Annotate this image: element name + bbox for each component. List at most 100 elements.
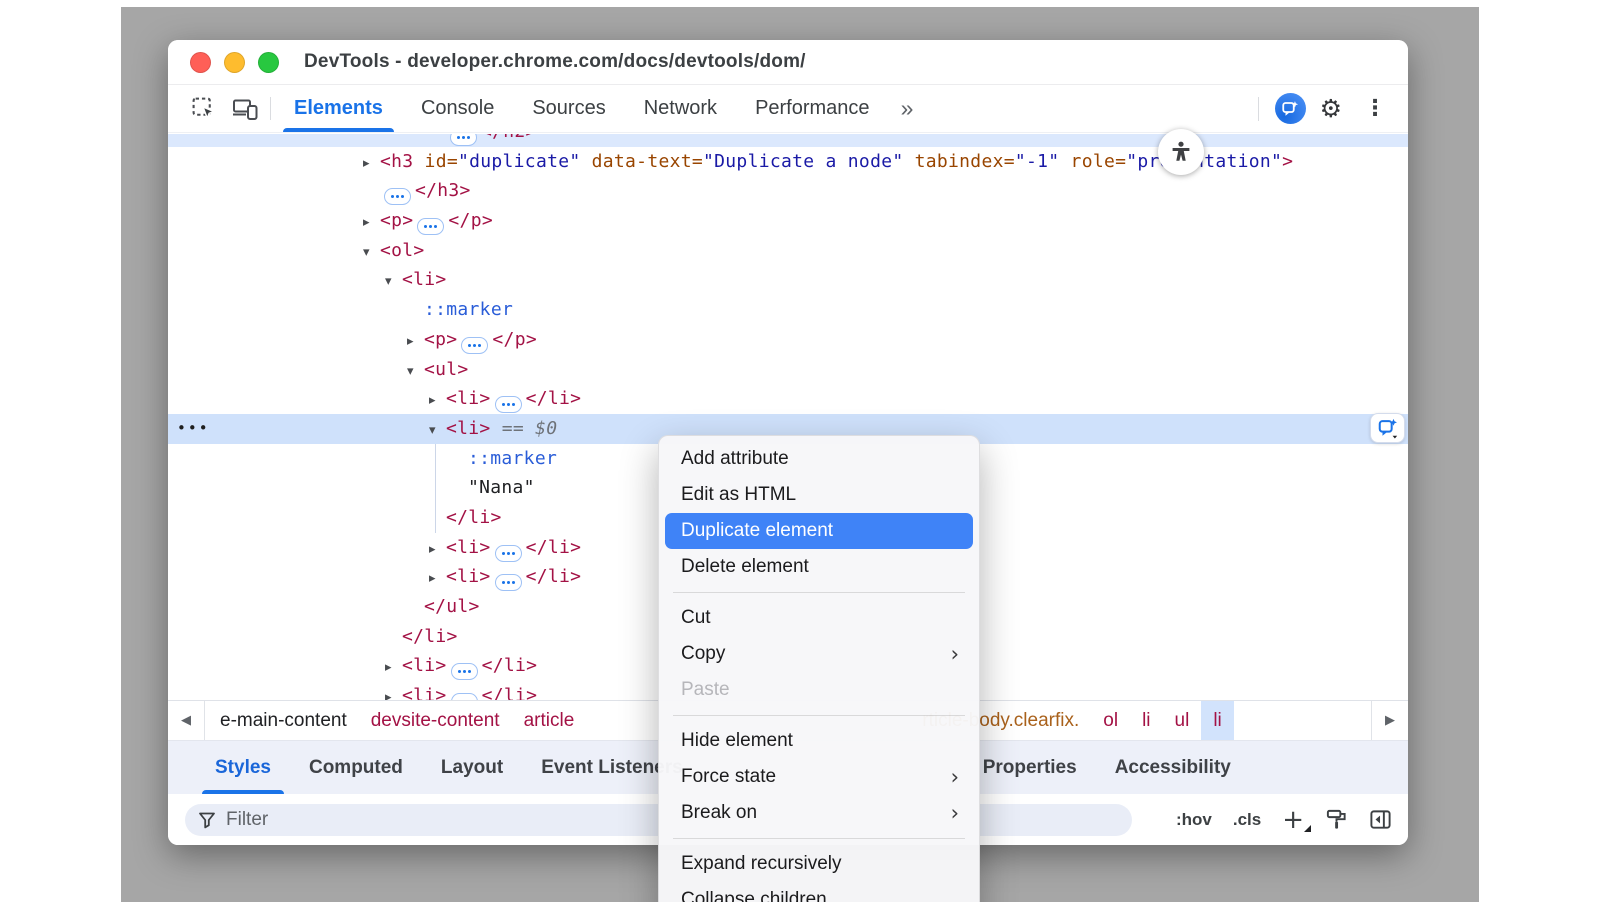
code-token-tag: <h3 — [380, 151, 413, 172]
dom-tree-row[interactable]: ▸<h3 id="duplicate" data-text="Duplicate… — [168, 147, 1408, 177]
dom-tree-row-clipped[interactable]: </h2> — [168, 134, 1408, 147]
accessibility-person-icon[interactable] — [1158, 129, 1204, 175]
close-button[interactable] — [190, 52, 211, 73]
tab-sources[interactable]: Sources — [513, 85, 624, 132]
menu-item-force-state[interactable]: Force state› — [665, 759, 973, 795]
expand-arrow-icon[interactable]: ▸ — [429, 564, 446, 594]
submenu-chevron-icon: › — [951, 795, 959, 831]
row-actions-dots-icon[interactable]: ••• — [177, 414, 210, 444]
inline-expand-ellipsis-button[interactable] — [384, 188, 411, 205]
inspect-element-icon[interactable] — [182, 85, 224, 132]
tab-elements[interactable]: Elements — [275, 85, 402, 132]
tab-console[interactable]: Console — [402, 85, 513, 132]
code-token-tag: </li> — [402, 626, 458, 647]
settings-gear-icon[interactable]: ⚙ — [1314, 94, 1348, 123]
device-toolbar-icon[interactable] — [224, 85, 266, 132]
inline-expand-ellipsis-button[interactable] — [451, 693, 478, 700]
breadcrumb-item-li[interactable]: li — [1201, 701, 1233, 740]
code-token-text: "Nana" — [468, 477, 535, 498]
toolbar-divider — [270, 97, 271, 120]
zoom-button[interactable] — [258, 52, 279, 73]
code-token-attr: tabindex= — [903, 151, 1014, 172]
breadcrumb-item-li[interactable]: li — [1130, 701, 1162, 740]
dom-tree-row[interactable]: </h3> — [168, 176, 1408, 206]
dom-tree-row[interactable]: ▸<li></li> — [168, 384, 1408, 414]
inline-expand-ellipsis-button[interactable] — [451, 663, 478, 680]
new-style-rule-button[interactable]: + — [1282, 810, 1304, 830]
menu-item-edit-as-html[interactable]: Edit as HTML — [665, 477, 973, 513]
expand-arrow-icon[interactable]: ▸ — [385, 653, 402, 683]
collapse-arrow-icon[interactable]: ▾ — [429, 416, 446, 446]
inline-expand-ellipsis-button[interactable] — [495, 574, 522, 591]
expand-arrow-icon[interactable]: ▸ — [429, 535, 446, 565]
backdrop-clip-region: DevTools - developer.chrome.com/docs/dev… — [121, 7, 1479, 902]
menu-item-delete-element[interactable]: Delete element — [665, 549, 973, 585]
more-tabs-button[interactable]: » — [889, 85, 924, 132]
tab-network[interactable]: Network — [625, 85, 736, 132]
sidebar-tab-properties[interactable]: Properties — [964, 741, 1096, 794]
expand-arrow-icon[interactable]: ▸ — [363, 149, 380, 179]
dom-tree-row[interactable]: ▾<ul> — [168, 355, 1408, 385]
menu-item-expand-recursively[interactable]: Expand recursively — [665, 846, 973, 882]
sidebar-tab-accessibility[interactable]: Accessibility — [1096, 741, 1250, 794]
inline-expand-ellipsis-button[interactable] — [495, 545, 522, 562]
menu-separator — [673, 592, 965, 593]
breadcrumb-item-article[interactable]: article — [512, 701, 587, 740]
code-token-tag: <p> — [424, 329, 457, 350]
breadcrumb-item-e-main-content[interactable]: e-main-content — [208, 701, 359, 740]
paint-roller-icon[interactable] — [1325, 808, 1348, 831]
ai-assistance-chip-icon[interactable] — [1370, 413, 1405, 443]
menu-item-copy[interactable]: Copy› — [665, 636, 973, 672]
collapse-arrow-icon[interactable]: ▾ — [407, 357, 424, 387]
breadcrumb-item-ol[interactable]: ol — [1091, 701, 1130, 740]
submenu-chevron-icon: › — [951, 759, 959, 795]
menu-item-hide-element[interactable]: Hide element — [665, 723, 973, 759]
toggle-hover-state-button[interactable]: :hov — [1176, 810, 1212, 830]
expand-arrow-icon[interactable]: ▸ — [363, 208, 380, 238]
expand-arrow-icon[interactable]: ▸ — [429, 386, 446, 416]
dom-tree-row[interactable]: ▸<p></p> — [168, 206, 1408, 236]
menu-item-duplicate-element[interactable]: Duplicate element — [665, 513, 973, 549]
code-token-tag: <li> — [402, 685, 447, 700]
screenshot-stage: DevTools - developer.chrome.com/docs/dev… — [0, 0, 1600, 908]
breadcrumb-item-devsite-content[interactable]: devsite-content — [359, 701, 512, 740]
menu-item-cut[interactable]: Cut — [665, 600, 973, 636]
code-token-pseudo: ::marker — [424, 299, 513, 320]
collapse-panel-icon[interactable] — [1369, 808, 1392, 831]
inline-expand-ellipsis-button[interactable] — [450, 134, 477, 146]
code-token-tag: <li> — [402, 655, 447, 676]
code-token-tag: </li> — [526, 566, 582, 587]
breadcrumb-scroll-right-icon[interactable]: ▶ — [1371, 701, 1408, 740]
toggle-class-button[interactable]: .cls — [1233, 810, 1261, 830]
sidebar-tab-styles[interactable]: Styles — [196, 741, 290, 794]
inline-expand-ellipsis-button[interactable] — [495, 396, 522, 413]
dom-tree-row[interactable]: ▸<p></p> — [168, 325, 1408, 355]
breadcrumb-scroll-left-icon[interactable]: ◀ — [168, 701, 205, 740]
dom-tree-row[interactable]: ▾<li> — [168, 265, 1408, 295]
collapse-arrow-icon[interactable]: ▾ — [363, 238, 380, 268]
code-token-tag: </li> — [526, 388, 582, 409]
submenu-chevron-icon: › — [951, 636, 959, 672]
sidebar-tab-layout[interactable]: Layout — [422, 741, 522, 794]
code-token-tag: <li> — [402, 269, 447, 290]
sidebar-tab-computed[interactable]: Computed — [290, 741, 422, 794]
breadcrumb-item-ul[interactable]: ul — [1163, 701, 1202, 740]
collapse-arrow-icon[interactable]: ▾ — [385, 267, 402, 297]
code-token-tag: </ul> — [424, 596, 480, 617]
dom-tree-row[interactable]: ▾<ol> — [168, 236, 1408, 266]
kebab-menu-icon[interactable]: ⋮ — [1356, 96, 1394, 121]
menu-item-collapse-children[interactable]: Collapse children — [665, 882, 973, 902]
dom-tree-row[interactable]: ::marker — [168, 295, 1408, 325]
menu-item-break-on[interactable]: Break on› — [665, 795, 973, 831]
tab-performance[interactable]: Performance — [736, 85, 889, 132]
expand-arrow-icon[interactable]: ▸ — [385, 683, 402, 700]
minimize-button[interactable] — [224, 52, 245, 73]
code-token-attr: role= — [1059, 151, 1126, 172]
inline-expand-ellipsis-button[interactable] — [417, 218, 444, 235]
inline-expand-ellipsis-button[interactable] — [461, 337, 488, 354]
expand-arrow-icon[interactable]: ▸ — [407, 327, 424, 357]
ai-assistance-icon[interactable] — [1275, 93, 1306, 124]
code-token-tag: <ol> — [380, 240, 425, 261]
code-token-meta: == — [491, 418, 536, 439]
menu-item-add-attribute[interactable]: Add attribute — [665, 441, 973, 477]
